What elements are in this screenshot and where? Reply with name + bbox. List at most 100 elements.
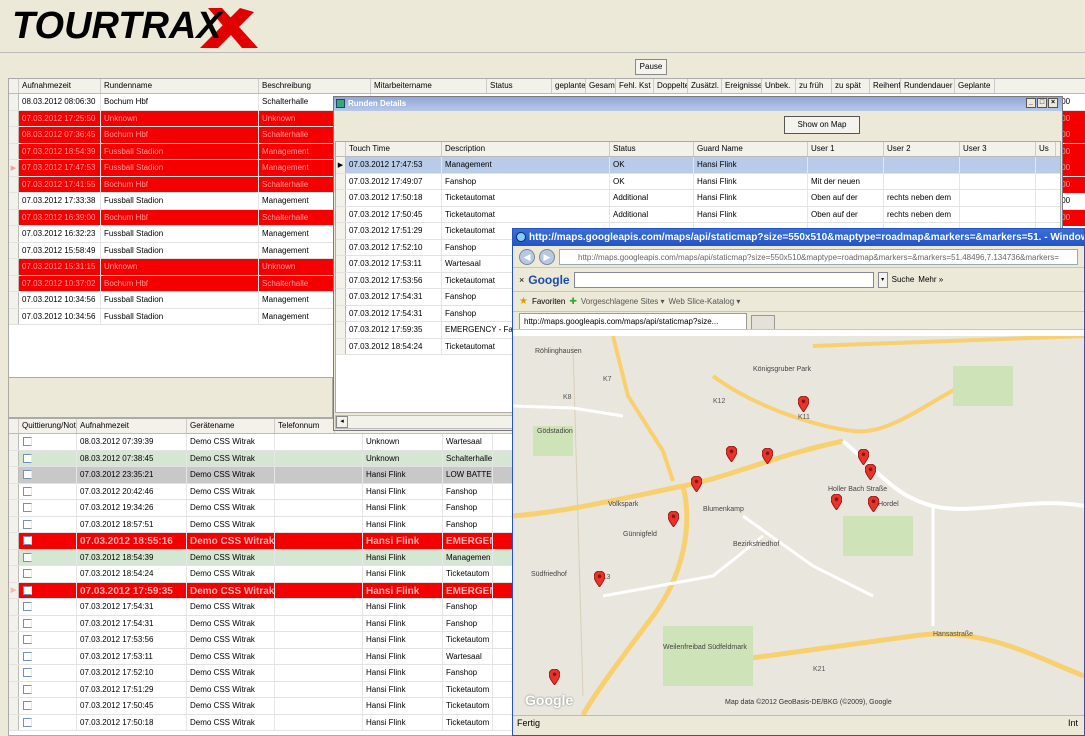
cell-t: 07.03.2012 18:54:24: [346, 338, 442, 354]
favorites-star-icon[interactable]: ★: [519, 296, 528, 307]
row-indicator: [336, 338, 346, 354]
maximize-icon[interactable]: □: [1037, 98, 1047, 108]
cell-phone: [275, 450, 363, 466]
map-marker-icon[interactable]: [867, 495, 880, 513]
cell-time: 07.03.2012 17:53:56: [77, 632, 187, 648]
map-marker-icon[interactable]: [830, 493, 843, 511]
event-row[interactable]: 07.03.2012 23:35:21 Demo CSS Witrak Hansi …: [9, 467, 517, 484]
ack-checkbox[interactable]: [23, 503, 32, 512]
ack-checkbox[interactable]: [23, 668, 32, 677]
cell-t: 07.03.2012 17:54:31: [346, 305, 442, 321]
ack-checkbox[interactable]: [23, 569, 32, 578]
map-marker-icon[interactable]: [857, 448, 870, 466]
web-slice-link[interactable]: Web Slice-Katalog ▾: [669, 297, 741, 306]
cell-guard: Hansi Flink: [363, 500, 443, 516]
event-row[interactable]: 07.03.2012 17:51:29 Demo CSS Witrak Hansi …: [9, 681, 517, 698]
event-row[interactable]: 07.03.2012 17:52:10 Demo CSS Witrak Hansi …: [9, 665, 517, 682]
close-icon[interactable]: ×: [1048, 98, 1058, 108]
mehr-button[interactable]: Mehr »: [918, 275, 943, 284]
ack-cell: [19, 648, 77, 664]
details-row[interactable]: 07.03.2012 17:50:18 Ticketautomat Addition…: [336, 190, 1060, 207]
map-marker-icon[interactable]: [667, 510, 680, 528]
suggested-sites-link[interactable]: Vorgeschlagene Sites ▾: [581, 297, 665, 306]
cell-phone: [275, 681, 363, 697]
ack-checkbox[interactable]: [23, 717, 32, 727]
cell-time: 07.03.2012 17:25:50: [19, 110, 101, 126]
column-header: Us: [1036, 142, 1056, 156]
row-indicator-header: [9, 419, 19, 433]
ack-checkbox[interactable]: [23, 453, 32, 463]
event-row[interactable]: 07.03.2012 17:50:45 Demo CSS Witrak Hansi …: [9, 698, 517, 715]
map-marker-icon[interactable]: [548, 668, 561, 686]
row-indicator: [336, 272, 346, 288]
ack-checkbox[interactable]: [23, 536, 32, 545]
browser-tab[interactable]: http://maps.googleapis.com/maps/api/stat…: [519, 313, 747, 329]
browser-titlebar[interactable]: http://maps.googleapis.com/maps/api/stat…: [513, 229, 1084, 246]
event-row[interactable]: 07.03.2012 17:50:18 Demo CSS Witrak Hansi …: [9, 714, 517, 731]
ack-checkbox[interactable]: [23, 437, 32, 446]
details-row[interactable]: 07.03.2012 17:49:07 Fanshop OK Hansi Flink M…: [336, 173, 1060, 190]
event-row[interactable]: 07.03.2012 17:53:56 Demo CSS Witrak Hansi …: [9, 632, 517, 649]
new-tab-button[interactable]: [751, 315, 775, 329]
forward-icon[interactable]: ▶: [539, 248, 555, 265]
ack-checkbox[interactable]: [23, 618, 32, 628]
event-row[interactable]: 07.03.2012 17:54:31 Demo CSS Witrak Hansi …: [9, 599, 517, 616]
ack-checkbox[interactable]: [23, 519, 32, 529]
cell-device: Demo CSS Witrak: [187, 467, 275, 483]
ack-checkbox[interactable]: [23, 651, 32, 661]
search-dropdown-icon[interactable]: ▾: [877, 271, 888, 288]
suche-button[interactable]: Suche: [892, 275, 915, 284]
horizontal-scrollbar[interactable]: ◂: [335, 415, 515, 429]
ack-cell: [19, 549, 77, 565]
ack-cell: [19, 599, 77, 615]
event-row[interactable]: 07.03.2012 17:54:31 Demo CSS Witrak Hansi …: [9, 615, 517, 632]
event-row[interactable]: 08.03.2012 07:39:39 Demo CSS Witrak Unknow…: [9, 434, 517, 451]
back-icon[interactable]: ◀: [519, 248, 535, 265]
cell-round-name: Unknown: [101, 110, 259, 126]
map-marker-icon[interactable]: [593, 570, 606, 588]
event-row[interactable]: 07.03.2012 20:42:46 Demo CSS Witrak Hansi …: [9, 483, 517, 500]
runden-details-titlebar[interactable]: Runden Details _ □ ×: [334, 97, 1062, 111]
cell-u2: rechts neben dem: [884, 190, 960, 206]
cell-time: 07.03.2012 16:32:23: [19, 226, 101, 242]
ack-checkbox[interactable]: [23, 602, 32, 611]
map-place-label: Bezirksfriedhof: [733, 541, 780, 548]
map-marker-icon[interactable]: [761, 447, 774, 465]
minimize-icon[interactable]: _: [1026, 98, 1036, 108]
show-on-map-button[interactable]: Show on Map: [784, 116, 860, 134]
row-indicator: [9, 176, 19, 192]
event-row[interactable]: 07.03.2012 18:54:39 Demo CSS Witrak Hansi …: [9, 549, 517, 566]
map-marker-icon[interactable]: [690, 475, 703, 493]
event-row[interactable]: 07.03.2012 18:55:16 Demo CSS Witrak Hansi …: [9, 533, 517, 550]
event-row[interactable]: ▶ 07.03.2012 17:59:35 Demo CSS Witrak Hansi…: [9, 582, 517, 599]
ack-checkbox[interactable]: [23, 701, 32, 710]
map-marker-icon[interactable]: [797, 395, 810, 413]
column-header: Telefonnum: [275, 419, 335, 433]
cell-phone: [275, 599, 363, 615]
ack-checkbox[interactable]: [23, 552, 32, 562]
details-row[interactable]: 07.03.2012 17:50:45 Ticketautomat Addition…: [336, 206, 1060, 223]
ack-checkbox[interactable]: [23, 635, 32, 644]
pause-button[interactable]: Pause: [635, 59, 667, 75]
event-row[interactable]: 07.03.2012 19:34:26 Demo CSS Witrak Hansi …: [9, 500, 517, 517]
ack-cell: [19, 467, 77, 483]
ack-checkbox[interactable]: [23, 585, 32, 595]
cell-time: 07.03.2012 17:41:55: [19, 176, 101, 192]
details-row[interactable]: ▶ 07.03.2012 17:47:53 Management OK Hansi Fl…: [336, 157, 1060, 174]
ack-checkbox[interactable]: [23, 470, 32, 479]
scroll-left-icon[interactable]: ◂: [336, 416, 348, 428]
event-row[interactable]: 08.03.2012 07:38:45 Demo CSS Witrak Unknow…: [9, 450, 517, 467]
google-search-input[interactable]: [573, 271, 874, 288]
event-row[interactable]: 07.03.2012 18:54:24 Demo CSS Witrak Hansi …: [9, 566, 517, 583]
ack-checkbox[interactable]: [23, 486, 32, 496]
favorites-button[interactable]: Favoriten: [532, 297, 565, 306]
column-header: zu früh: [796, 79, 832, 93]
address-input[interactable]: http://maps.googleapis.com/maps/api/stat…: [559, 248, 1078, 265]
event-row[interactable]: 07.03.2012 17:53:11 Demo CSS Witrak Hansi …: [9, 648, 517, 665]
close-toolbar-icon[interactable]: ×: [519, 275, 524, 285]
event-row[interactable]: 07.03.2012 18:57:51 Demo CSS Witrak Hansi …: [9, 516, 517, 533]
ack-checkbox[interactable]: [23, 684, 32, 694]
map-marker-icon[interactable]: [725, 445, 738, 463]
map-marker-icon[interactable]: [864, 463, 877, 481]
add-favorite-icon[interactable]: ✚: [569, 296, 577, 307]
